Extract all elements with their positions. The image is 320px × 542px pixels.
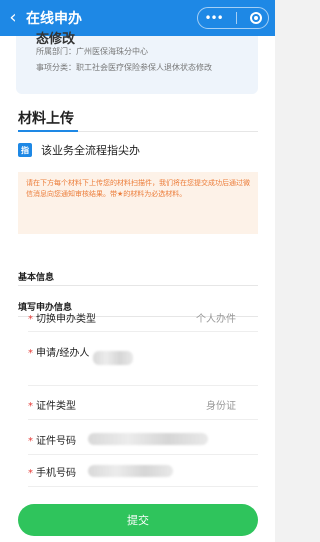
id-type-label: 证件类型 [36,401,76,412]
miniprogram-capsule: ••• [197,7,269,29]
submit-button[interactable]: 提交 [18,504,258,536]
service-title-fragment: 态修改 [36,32,76,47]
apply-type-value: 个人办件 [196,314,236,325]
apply-type-label: 切换申办类型 [36,314,96,325]
page-content: 态修改 所属部门：广州医保海珠分中心 事项分类：职工社会医疗保险参保人退休状态修… [0,32,275,542]
divider [28,419,258,420]
guide-row[interactable]: 指 该业务全流程指尖办 [18,142,140,158]
department-text: 所属部门：广州医保海珠分中心 [36,47,148,56]
id-number-label: 证件号码 [36,436,76,447]
applicant-label: 申请/经办人 [36,348,90,359]
divider [28,331,258,332]
field-label: * 证件号码 [28,432,76,447]
materials-section-title: 材料上传 [18,111,74,127]
phone-field[interactable]: * 手机号码 [28,464,258,480]
phone-label: 手机号码 [36,468,76,479]
service-summary-card: 态修改 所属部门：广州医保海珠分中心 事项分类：职工社会医疗保险参保人退休状态修… [16,32,258,94]
divider [28,454,258,455]
back-icon[interactable]: ‹ [0,0,26,36]
divider [28,385,258,386]
field-label: * 手机号码 [28,464,76,479]
section-title-underline [18,130,78,132]
upload-notice: 请在下方每个材料下上传您的材料扫描件，我们将在您提交成功后通过微信消息向您通知审… [18,172,258,234]
divider [28,486,258,487]
fingertip-guide-icon: 指 [18,143,32,157]
required-mark: * [28,401,33,412]
category-text: 事项分类：职工社会医疗保险参保人退休状态修改 [36,63,212,72]
field-label: * 证件类型 [28,397,76,412]
capsule-divider [235,12,237,24]
close-circle-icon[interactable] [249,12,262,24]
required-mark: * [28,436,33,447]
applicant-field[interactable]: * 申请/经办人 [28,345,258,375]
phone-number-redacted [88,465,173,477]
page-title: 在线申办 [26,11,82,27]
field-label: * 申请/经办人 [28,345,90,362]
id-type-value: 身份证 [206,401,236,412]
more-icon[interactable]: ••• [204,8,223,28]
required-mark: * [28,348,33,359]
divider [18,285,258,286]
guide-text: 该业务全流程指尖办 [41,144,140,157]
apply-type-field[interactable]: * 切换申办类型 个人办件 [28,310,258,326]
basic-info-title: 基本信息 [18,273,55,283]
id-number-field[interactable]: * 证件号码 [28,432,258,448]
applicant-name-redacted [93,351,133,365]
id-number-redacted [88,433,208,445]
id-type-field[interactable]: * 证件类型 身份证 [28,397,258,413]
required-mark: * [28,468,33,479]
field-label: * 切换申办类型 [28,310,96,325]
required-mark: * [28,314,33,325]
